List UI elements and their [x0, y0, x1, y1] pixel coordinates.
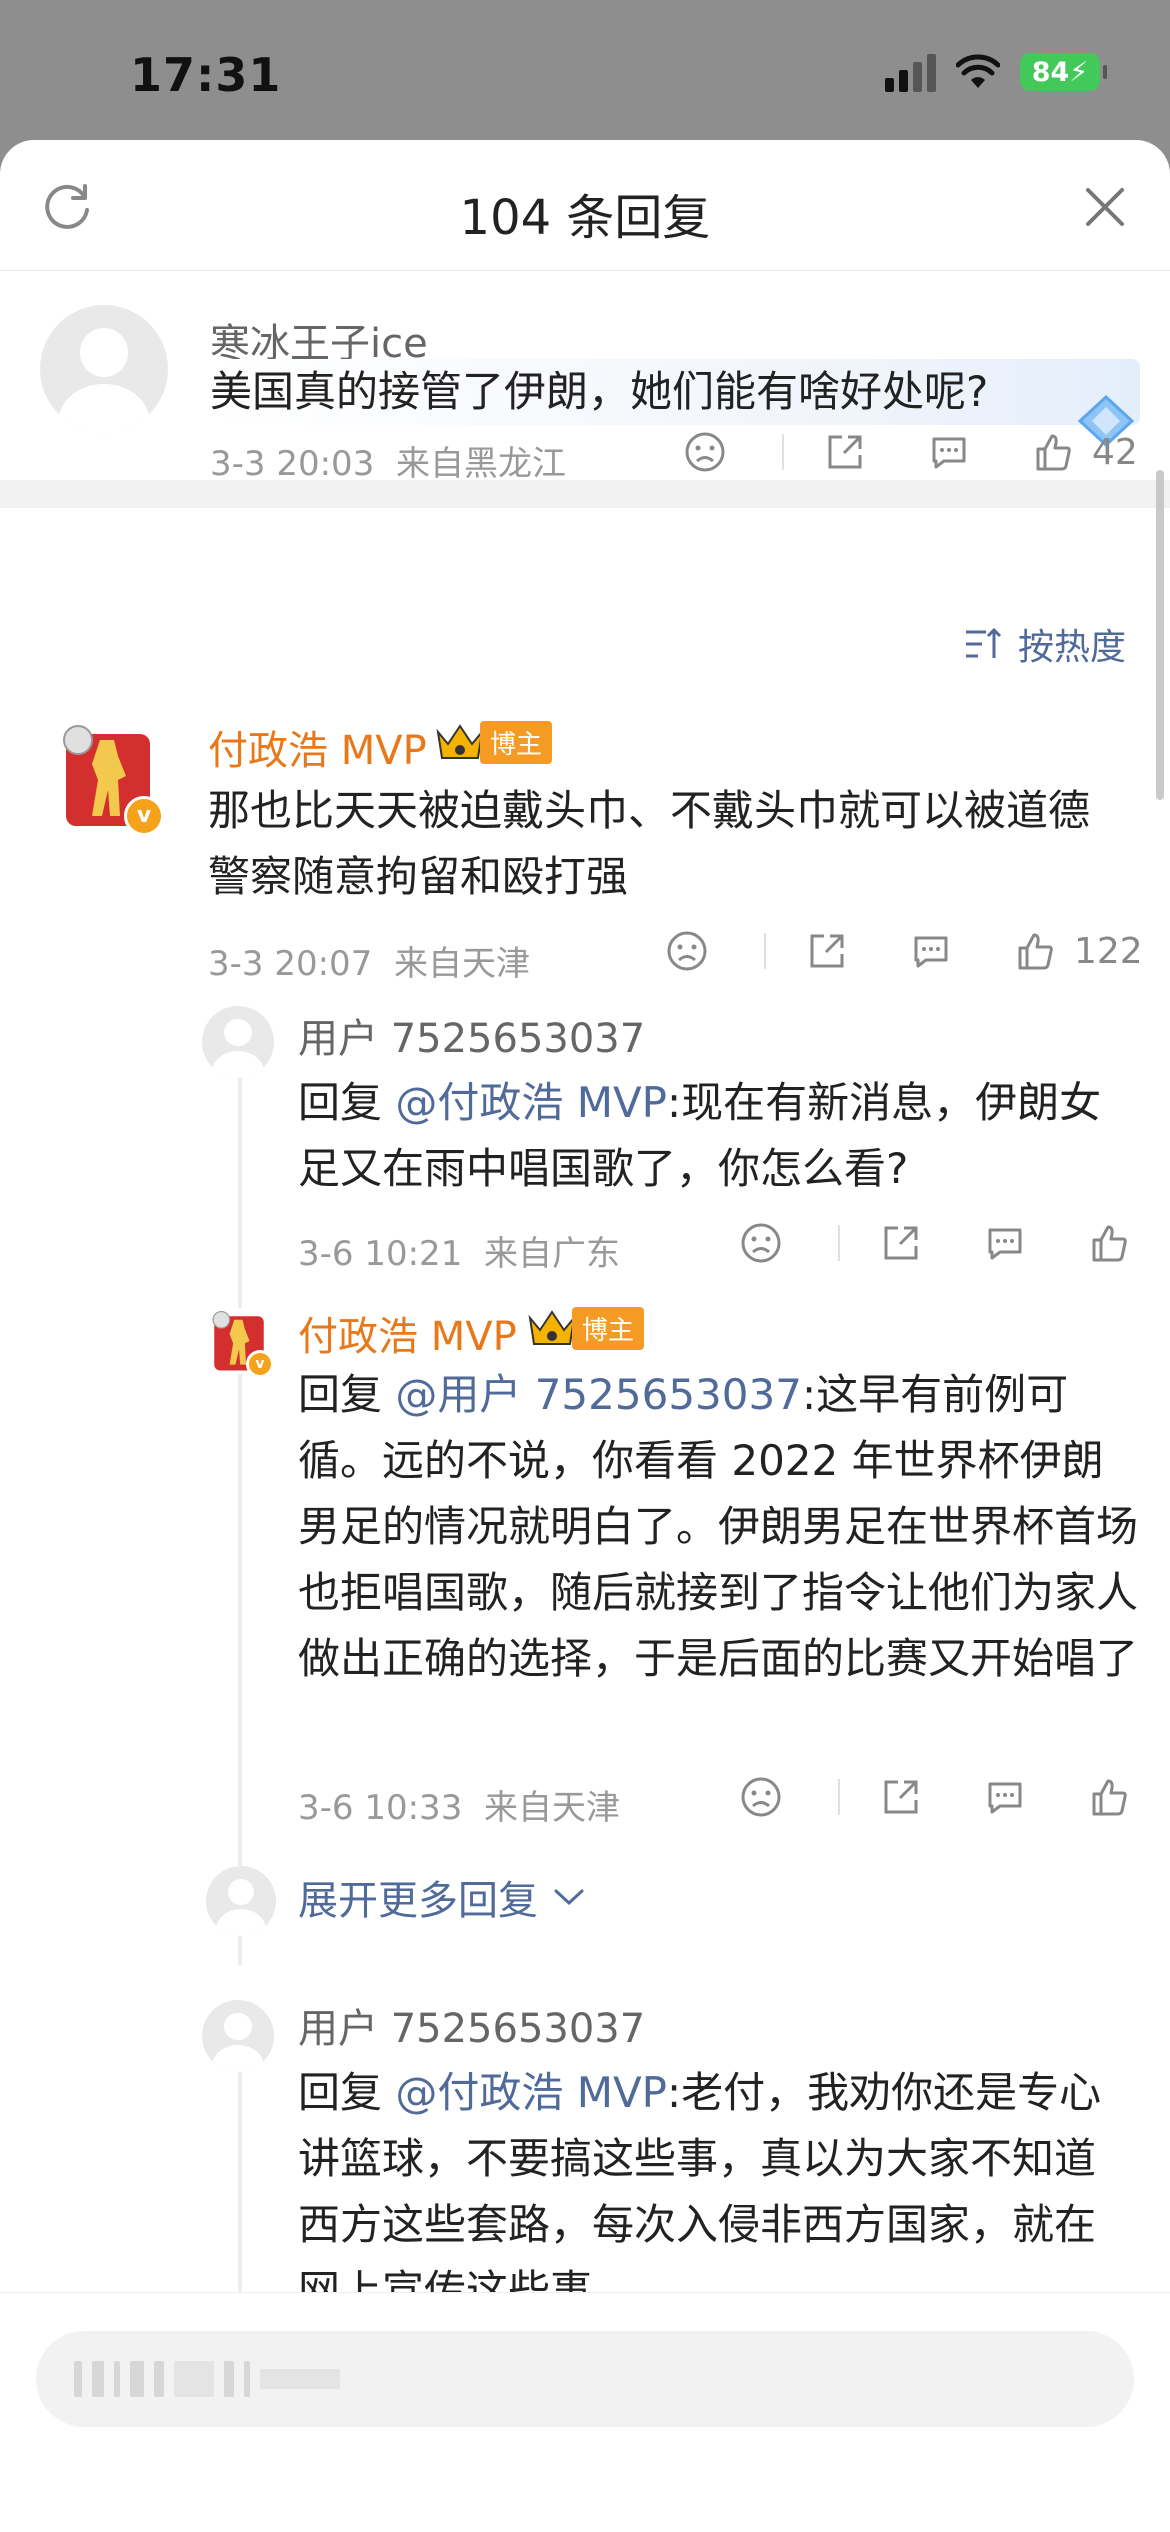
like-count: 42: [1092, 431, 1138, 473]
username[interactable]: 付政浩 MVP: [298, 1304, 517, 1362]
close-icon[interactable]: [1080, 182, 1130, 232]
sort-button[interactable]: 按热度: [964, 618, 1126, 670]
bottom-input-bar: [0, 2292, 1170, 2532]
crown-icon: [436, 724, 484, 759]
like-count: 122: [1074, 930, 1143, 972]
reply-text: 回复 @付政浩 MVP:老付，我劝你还是专心讲篮球，不要搞这些事，真以为大家不知…: [298, 2060, 1118, 2292]
comment-meta: 3-3 20:03 来自黑龙江: [210, 436, 566, 485]
thread-line: [238, 2070, 242, 2292]
section-divider: [0, 480, 1170, 508]
scrollbar[interactable]: [1156, 470, 1164, 800]
comment-time: 3-3 20:07: [208, 944, 373, 984]
badge-label: 博主: [480, 720, 553, 764]
comment-meta: 3-3 20:07 来自天津: [208, 936, 530, 985]
like-icon[interactable]: [1014, 930, 1056, 972]
reply-actions: [740, 1222, 1130, 1264]
status-icons: 84 ⚡: [885, 52, 1107, 92]
comment-icon[interactable]: [928, 431, 970, 473]
avatar[interactable]: [202, 2000, 274, 2072]
blogger-badge: 博主: [434, 720, 553, 764]
cellular-signal-icon: [885, 52, 936, 92]
reply-time: 3-6 10:33: [298, 1788, 463, 1828]
comment-time: 3-3 20:03: [210, 444, 375, 484]
divider: [782, 434, 784, 470]
dislike-face-icon[interactable]: [684, 431, 726, 473]
sort-label: 按热度: [1017, 627, 1126, 668]
reply-text: 回复 @用户 7525653037:这早有前例可循。远的不说，你看看 2022 …: [298, 1362, 1138, 1692]
reply-meta: 3-6 10:21 来自广东: [298, 1226, 620, 1275]
comment-text: 那也比天天被迫戴头巾、不戴头巾就可以被道德警察随意拘留和殴打强: [208, 786, 1091, 901]
expand-more-replies-button[interactable]: 展开更多回复: [298, 1868, 586, 1926]
sheet-header: 104 条回复: [0, 140, 1170, 271]
avatar[interactable]: v: [52, 720, 164, 836]
reply-text: 回复 @付政浩 MVP:现在有新消息，伊朗女足又在雨中唱国歌了，你怎么看?: [298, 1070, 1118, 1202]
share-icon[interactable]: [824, 431, 866, 473]
wifi-icon: [956, 54, 1000, 88]
dislike-face-icon[interactable]: [740, 1222, 782, 1264]
sort-icon: [965, 627, 1002, 658]
comment-actions: 122: [666, 930, 1143, 972]
username[interactable]: 用户 7525653037: [298, 1006, 645, 1064]
mention-link[interactable]: @付政浩 MVP: [395, 1078, 667, 1127]
crown-icon: [528, 1310, 576, 1345]
avatar[interactable]: [40, 305, 168, 433]
comment-icon[interactable]: [984, 1776, 1026, 1818]
reply-location: 来自广东: [483, 1234, 620, 1274]
reply-prefix: 回复: [298, 1370, 396, 1419]
original-comment: 寒冰王子ice 美国真的接管了伊朗，她们能有啥好处呢? 3-3 20:03 来自…: [0, 271, 1170, 484]
badge-label: 博主: [572, 1306, 645, 1350]
blogger-badge: 博主: [526, 1306, 645, 1350]
battery-icon: 84 ⚡: [1020, 53, 1107, 91]
avatar[interactable]: [202, 1006, 274, 1078]
like-icon[interactable]: [1032, 431, 1074, 473]
reply-meta: 3-6 10:33 来自天津: [298, 1780, 620, 1829]
avatar[interactable]: v: [206, 1308, 274, 1378]
like-icon[interactable]: [1088, 1776, 1130, 1818]
comment-icon[interactable]: [910, 930, 952, 972]
share-icon[interactable]: [880, 1776, 922, 1818]
comment-text: 美国真的接管了伊朗，她们能有啥好处呢?: [210, 359, 1140, 425]
share-icon[interactable]: [806, 930, 848, 972]
reply-input[interactable]: [36, 2331, 1134, 2427]
mention-link[interactable]: @用户 7525653037: [395, 1370, 802, 1419]
mention-link[interactable]: @付政浩 MVP: [395, 2068, 667, 2117]
reply-time: 3-6 10:21: [298, 1234, 463, 1274]
username[interactable]: 用户 7525653037: [298, 1996, 645, 2054]
expand-label: 展开更多回复: [298, 1878, 538, 1924]
sheet-title: 104 条回复: [459, 190, 711, 246]
comment-location: 来自天津: [393, 944, 530, 984]
status-bar: 17:31 84 ⚡: [0, 0, 1170, 150]
reply-location: 来自天津: [483, 1788, 620, 1828]
chevron-down-icon: [554, 1889, 584, 1906]
comment-actions: 42: [684, 431, 1138, 473]
thread-line: [238, 1075, 242, 1965]
comment-location: 来自黑龙江: [395, 444, 566, 484]
divider: [764, 933, 766, 969]
replies-sheet: 104 条回复 寒冰王子ice 美国真的接管了伊朗，她们能有啥好处呢? 3-3 …: [0, 140, 1170, 2532]
dislike-face-icon[interactable]: [666, 930, 708, 972]
dislike-face-icon[interactable]: [740, 1776, 782, 1818]
verified-badge: v: [124, 796, 164, 836]
comment-icon[interactable]: [984, 1222, 1026, 1264]
like-icon[interactable]: [1088, 1222, 1130, 1264]
username[interactable]: 付政浩 MVP: [208, 718, 427, 776]
avatar: [206, 1866, 276, 1936]
share-icon[interactable]: [880, 1222, 922, 1264]
divider: [838, 1779, 840, 1815]
divider: [838, 1225, 840, 1261]
battery-level: 84: [1031, 56, 1070, 88]
status-time: 17:31: [130, 48, 282, 102]
blurred-placeholder: [74, 2361, 340, 2397]
reply-prefix: 回复: [298, 2068, 396, 2117]
verified-badge: v: [246, 1350, 274, 1378]
reply-prefix: 回复: [298, 1078, 396, 1127]
reply-actions: [740, 1776, 1130, 1818]
